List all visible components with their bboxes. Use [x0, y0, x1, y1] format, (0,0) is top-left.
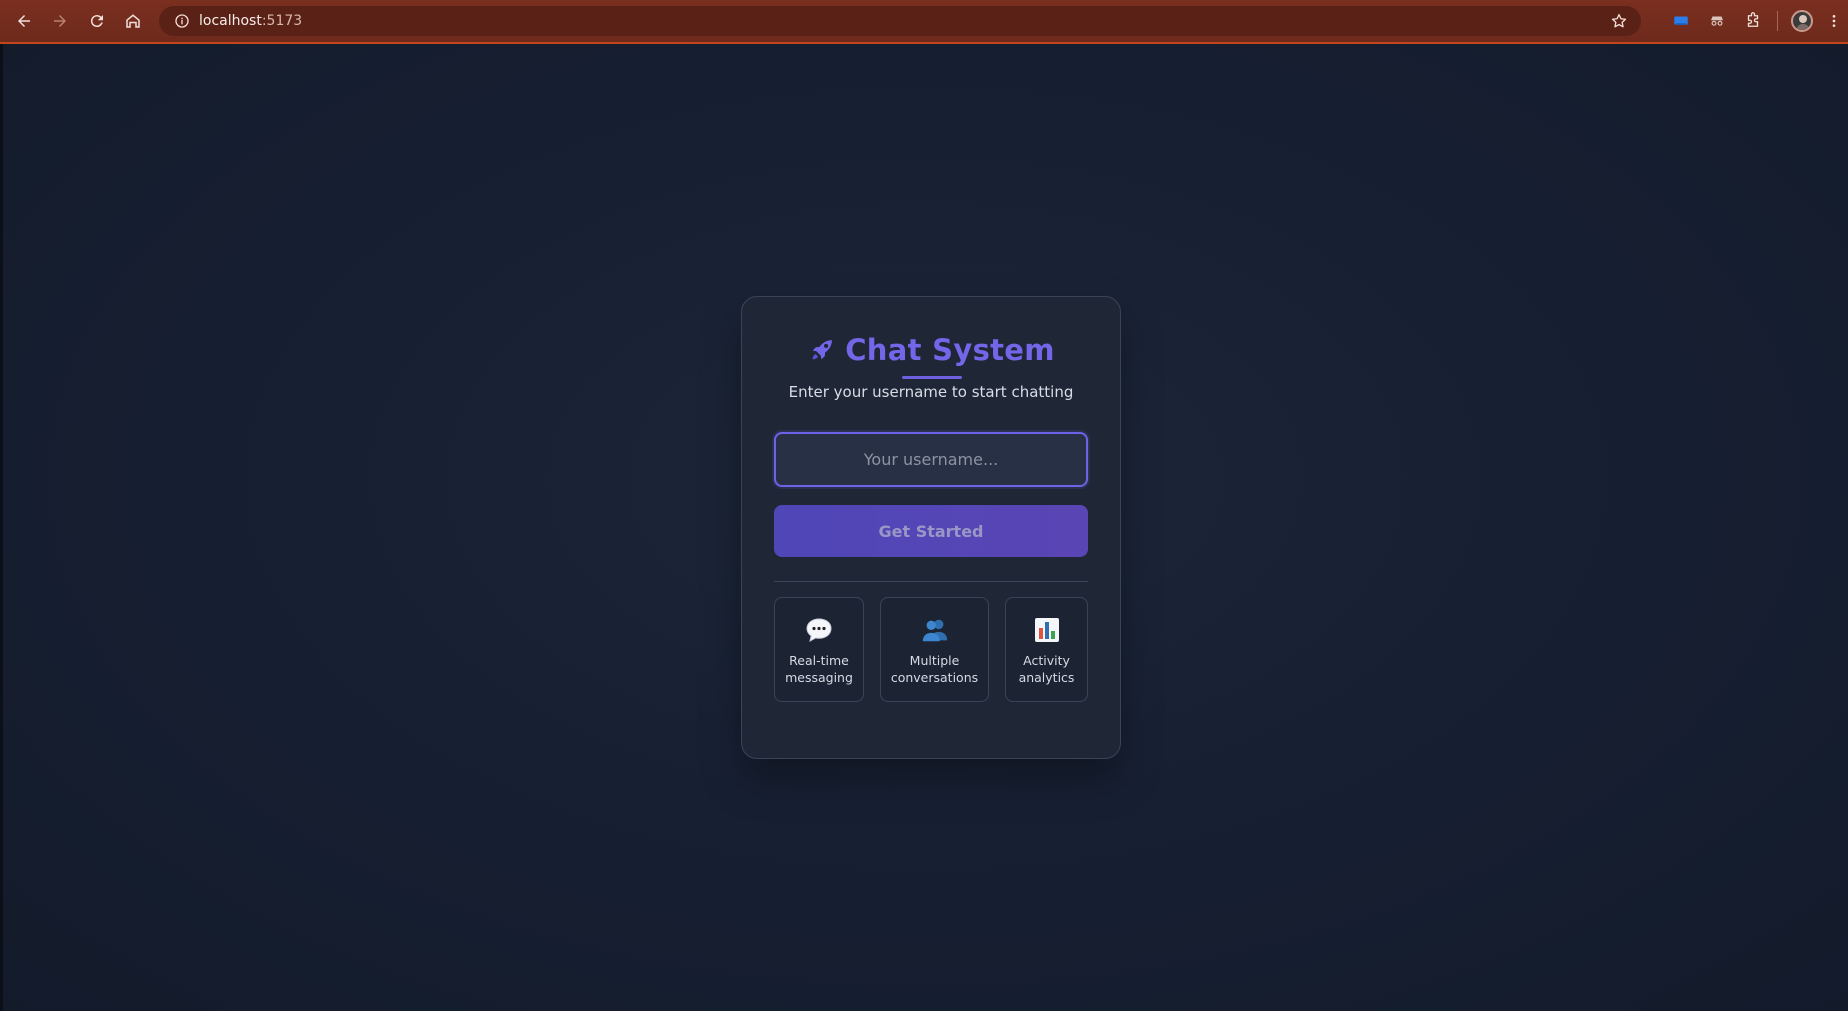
browser-toolbar: localhost:5173	[0, 0, 1848, 44]
url-text: localhost:5173	[199, 13, 303, 29]
feature-label: Activity analytics	[1018, 653, 1075, 685]
feature-label: Real-time messaging	[785, 653, 853, 685]
avatar	[1791, 10, 1813, 32]
get-started-button[interactable]: Get Started	[774, 505, 1088, 557]
back-button[interactable]	[6, 3, 42, 39]
title-underline	[902, 376, 962, 379]
page-background: Chat System Enter your username to start…	[0, 44, 1848, 1011]
login-card: Chat System Enter your username to start…	[741, 296, 1121, 759]
feature-card-conversations: Multiple conversations	[880, 597, 989, 702]
menu-kebab-icon[interactable]	[1820, 3, 1848, 39]
feature-card-analytics: Activity analytics	[1005, 597, 1088, 702]
forward-arrow-icon	[54, 15, 66, 27]
extension-incognito-icon[interactable]	[1699, 3, 1735, 39]
site-info-icon[interactable]	[167, 6, 197, 36]
divider	[774, 581, 1088, 582]
page-title: Chat System	[845, 333, 1055, 367]
reload-icon	[90, 15, 103, 28]
subtitle: Enter your username to start chatting	[788, 383, 1074, 401]
toolbar-divider	[1777, 11, 1778, 31]
back-arrow-icon	[18, 15, 30, 27]
people-icon	[920, 616, 950, 644]
bookmark-star-icon[interactable]	[1607, 9, 1631, 33]
feature-card-realtime: Real-time messaging	[774, 597, 864, 702]
bar-chart-icon	[1032, 616, 1062, 644]
feature-label: Multiple conversations	[890, 653, 979, 685]
reload-button[interactable]	[79, 3, 115, 39]
title-row: Chat System	[742, 333, 1120, 367]
extension-blue-icon[interactable]	[1663, 3, 1699, 39]
extensions-puzzle-icon[interactable]	[1735, 3, 1771, 39]
home-icon	[126, 14, 140, 28]
forward-button[interactable]	[42, 3, 78, 39]
profile-button[interactable]	[1784, 3, 1820, 39]
username-input[interactable]	[774, 432, 1088, 487]
extensions-area	[1663, 0, 1848, 42]
home-button[interactable]	[115, 3, 151, 39]
address-bar[interactable]: localhost:5173	[159, 6, 1641, 36]
rocket-icon	[807, 335, 837, 365]
speech-bubble-icon	[804, 616, 834, 644]
